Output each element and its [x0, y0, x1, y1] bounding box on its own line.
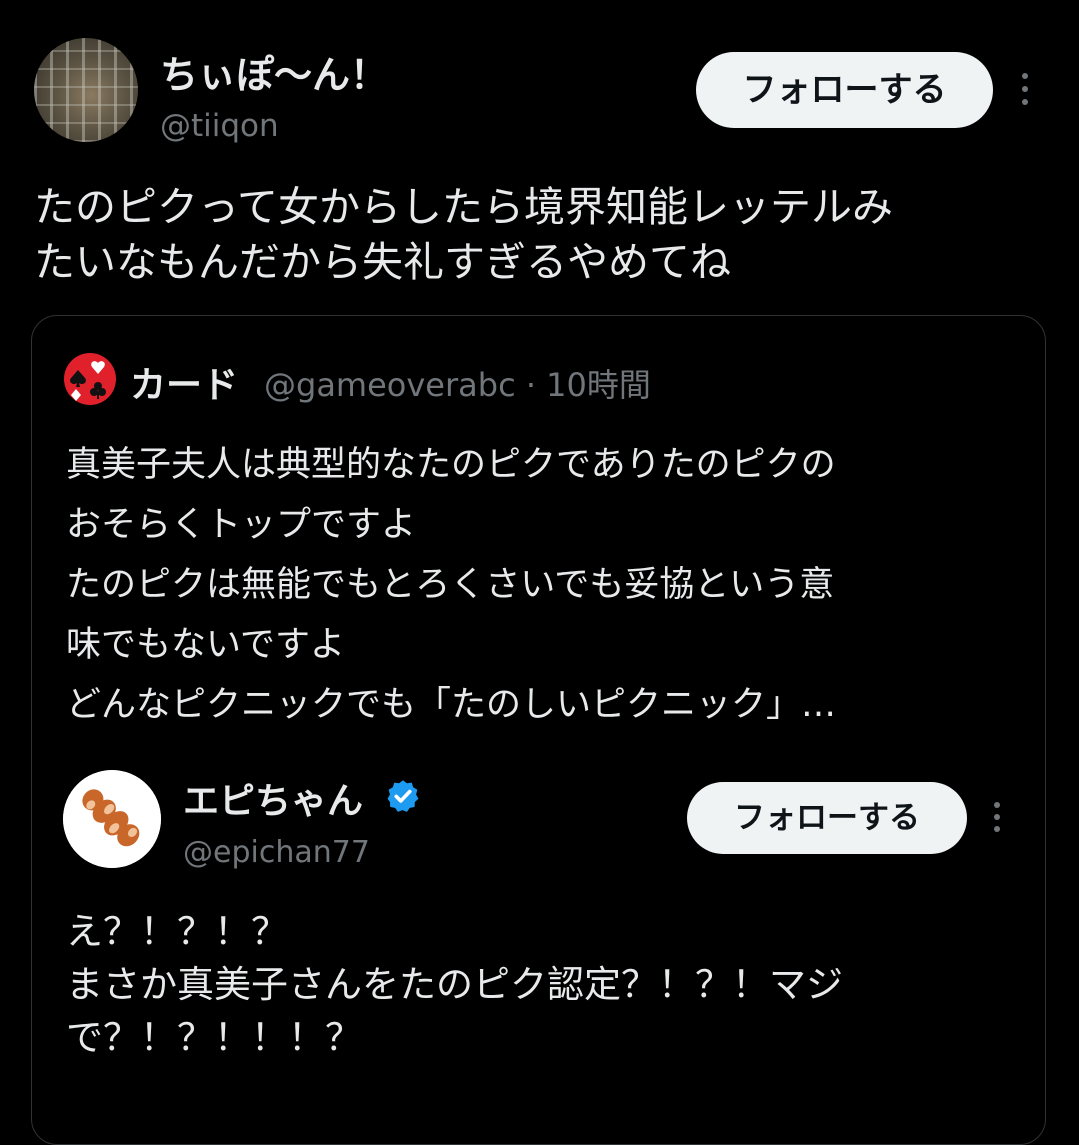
playing-card-suits-icon: [64, 353, 116, 405]
verified-badge-icon: [387, 780, 419, 812]
follow-button[interactable]: フォローする: [687, 782, 967, 854]
quoted-text-line: 真美子夫人は典型的なたのピクでありたのピクの: [66, 445, 836, 485]
more-options-icon[interactable]: [1022, 73, 1028, 105]
quoted-handle-time[interactable]: @gameoverabc · 10時間: [264, 360, 651, 406]
quoted-text-line: おそらくトップですよ: [66, 505, 417, 545]
avatar[interactable]: [34, 38, 138, 142]
avatar[interactable]: [63, 770, 161, 868]
quoted-text-line: どんなピクニックでも「たのしいピクニック」…: [66, 685, 837, 725]
quoted-text-line: たのピクは無能でもとろくさいでも妥協という意: [66, 565, 835, 605]
quoted-text-line: 味でもないですよ: [66, 625, 345, 665]
tweet-text: たのピクって女からしたら境界知能レッテルみ たいなもんだから失礼すぎるやめてね: [34, 180, 1054, 290]
nested-text-line: え？！？！？: [66, 910, 288, 953]
nested-text-line: で？！？！！！？: [66, 1016, 362, 1059]
quoted-tweet-text: 真美子夫人は典型的なたのピクでありたのピクの おそらくトップですよ たのピクは無…: [66, 435, 1026, 735]
nested-display-name[interactable]: エピちゃん: [183, 772, 363, 824]
tweet-text-line: たいなもんだから失礼すぎるやめてね: [34, 238, 731, 286]
display-name[interactable]: ちぃぽ〜ん！: [160, 44, 388, 99]
nested-tweet-text: え？！？！？ まさか真美子さんをたのピク認定？！？！マジ で？！？！！！？: [66, 905, 1026, 1064]
nested-text-line: まさか真美子さんをたのピク認定？！？！マジ: [66, 963, 843, 1006]
tweet-text-line: たのピクって女からしたら境界知能レッテルみ: [34, 183, 893, 231]
nested-user-handle[interactable]: @epichan77: [183, 835, 370, 870]
user-handle[interactable]: @tiiqon: [160, 108, 279, 144]
quoted-display-name[interactable]: カード: [130, 356, 238, 408]
more-options-icon[interactable]: [994, 802, 1000, 832]
follow-button[interactable]: フォローする: [696, 52, 993, 128]
